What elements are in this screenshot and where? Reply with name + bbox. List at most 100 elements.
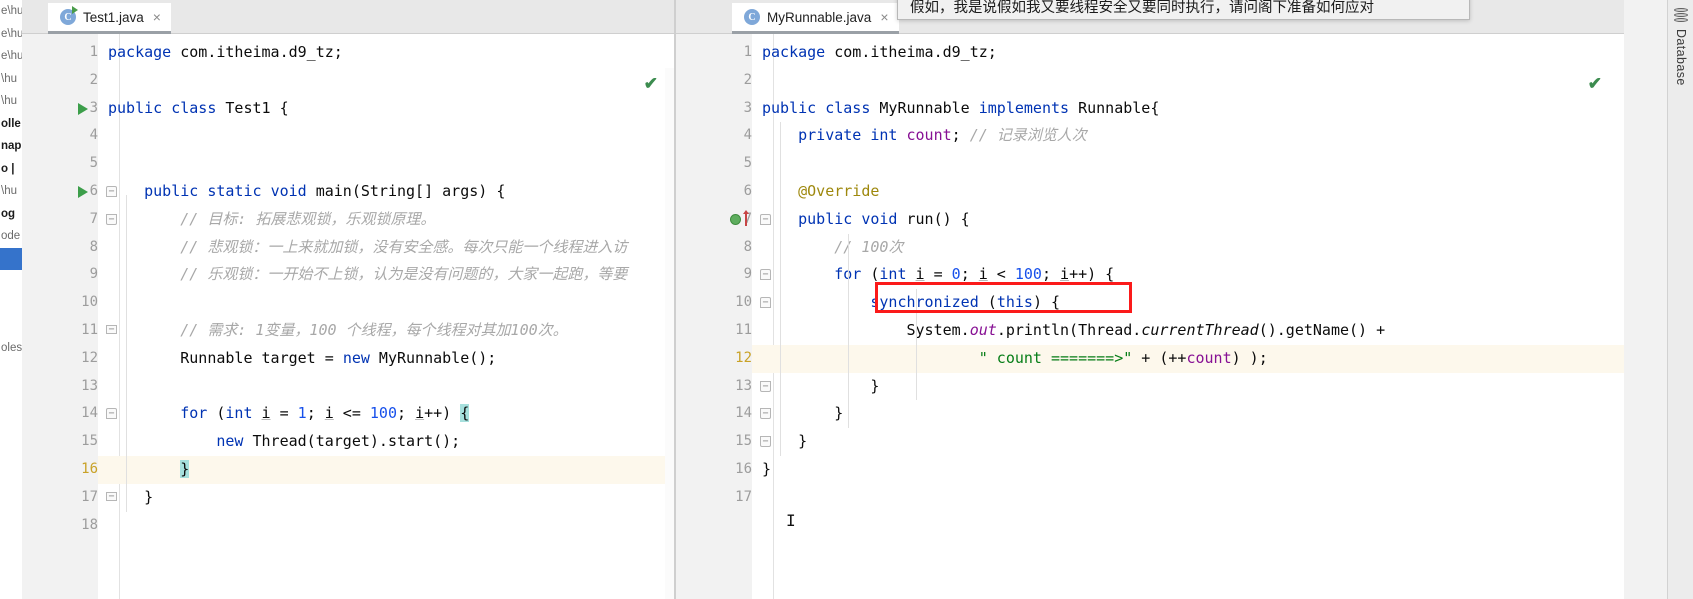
code-token: Test1 { bbox=[216, 98, 289, 117]
background-panel: e\hu e\hu e\hu \hu \hu olle nap o | \hu og ode oles bbox=[0, 0, 22, 599]
code-line[interactable]: private int count; // 记录浏览人次 bbox=[752, 122, 1624, 150]
tab-test1-java[interactable]: C Test1.java × bbox=[48, 3, 171, 34]
code-token: run() { bbox=[897, 209, 970, 228]
right-tool-strip: Database bbox=[1667, 0, 1693, 599]
line-number: 5 bbox=[89, 155, 98, 172]
code-line[interactable]: " count =======>" + (++count) ); bbox=[752, 344, 1624, 373]
code-token: ( bbox=[861, 265, 880, 284]
editor-body-left[interactable]: 123456−7−891011−121314−1516−17−18 packag… bbox=[22, 34, 676, 599]
indent-guide bbox=[916, 289, 917, 401]
pane-divider[interactable] bbox=[674, 0, 676, 599]
line-number: 3 bbox=[743, 99, 752, 116]
code-line[interactable]: synchronized (this) { bbox=[752, 289, 1624, 317]
code-line[interactable] bbox=[98, 373, 676, 401]
background-line: \hu bbox=[1, 95, 17, 107]
code-line[interactable]: // 100次 bbox=[752, 234, 1624, 262]
code-line[interactable] bbox=[98, 150, 676, 178]
code-token: public bbox=[762, 98, 817, 117]
code-token: int bbox=[879, 265, 907, 284]
code-line[interactable] bbox=[98, 67, 676, 95]
code-left[interactable]: package com.itheima.d9_tz; public class … bbox=[98, 34, 676, 599]
line-number: 4 bbox=[89, 127, 98, 144]
code-line[interactable]: // 悲观锁：一上来就加锁，没有安全感。每次只能一个线程进入访 bbox=[98, 234, 676, 262]
ide-window: e\hu e\hu e\hu \hu \hu olle nap o | \hu og ode oles… bbox=[0, 0, 1693, 599]
editor-body-right[interactable]: 1 2 3 4 5 6 7−8 9−10−11 12 13−14−15−16 17 package … bbox=[676, 34, 1624, 599]
code-line[interactable]: new Thread(target).start(); bbox=[98, 428, 676, 456]
code-right[interactable]: package com.itheima.d9_tz; public class … bbox=[752, 34, 1624, 599]
code-line[interactable]: } bbox=[98, 484, 676, 512]
tab-label: Test1.java bbox=[83, 9, 144, 25]
code-token: private bbox=[798, 126, 862, 145]
code-line[interactable]: package com.itheima.d9_tz; bbox=[752, 39, 1624, 67]
close-icon[interactable]: × bbox=[880, 10, 888, 24]
code-token: public bbox=[108, 98, 163, 117]
code-line[interactable]: } bbox=[98, 456, 676, 484]
code-token: i bbox=[978, 265, 988, 284]
breakpoint-icon[interactable] bbox=[730, 213, 741, 225]
code-line[interactable]: for (int i = 0; i < 100; i++) { bbox=[752, 261, 1624, 289]
line-number: 2 bbox=[89, 71, 98, 88]
code-token: main(String[] args) { bbox=[306, 182, 506, 200]
background-line: og bbox=[1, 207, 16, 220]
code-token: ; bbox=[951, 126, 970, 145]
code-line[interactable]: } bbox=[752, 373, 1624, 401]
code-line[interactable]: } bbox=[752, 400, 1624, 428]
code-token: MyRunnable(); bbox=[369, 348, 497, 367]
code-line[interactable]: for (int i = 1; i <= 100; i++) { bbox=[98, 400, 676, 428]
line-number: 12 bbox=[735, 349, 752, 366]
code-line[interactable]: System.out.println(Thread.currentThread(… bbox=[752, 317, 1624, 345]
background-line: o | bbox=[1, 162, 15, 175]
code-line[interactable]: public static void main(String[] args) { bbox=[98, 178, 676, 206]
code-line[interactable]: public void run() { bbox=[752, 206, 1624, 234]
close-icon[interactable]: × bbox=[153, 10, 161, 24]
code-line[interactable]: public class MyRunnable implements Runna… bbox=[752, 95, 1624, 123]
code-line[interactable] bbox=[98, 122, 676, 150]
code-line[interactable] bbox=[752, 150, 1624, 178]
background-line: e\hu bbox=[1, 27, 22, 40]
run-gutter-icon[interactable] bbox=[78, 186, 88, 198]
code-token: } bbox=[762, 404, 844, 423]
code-token: com.itheima.d9_tz; bbox=[171, 43, 343, 61]
tool-tab-database[interactable]: Database bbox=[1668, 8, 1693, 86]
line-number: 13 bbox=[81, 377, 98, 394]
gutter-left[interactable]: 123456−7−891011−121314−1516−17−18 bbox=[22, 34, 117, 599]
code-token: this bbox=[996, 293, 1033, 312]
code-token: // 100次 bbox=[762, 237, 904, 256]
gutter-right[interactable]: 1 2 3 4 5 6 7−8 9−10−11 12 13−14−15−16 17 bbox=[676, 34, 771, 599]
code-token: i bbox=[1060, 265, 1070, 284]
line-number: 10 bbox=[735, 294, 752, 311]
code-line[interactable] bbox=[752, 67, 1624, 95]
code-token: new bbox=[342, 348, 370, 367]
run-gutter-icon[interactable] bbox=[78, 102, 88, 115]
hint-popup-text: 假如，我是说假如我又要线程安全又要同时执行，请问阁下准备如何应对 bbox=[910, 0, 1374, 16]
code-line[interactable]: // 目标: 拓展悲观锁，乐观锁原理。 bbox=[98, 206, 676, 234]
indent-guide bbox=[780, 122, 781, 456]
code-line[interactable]: } bbox=[752, 456, 1624, 484]
code-line[interactable] bbox=[98, 289, 676, 317]
code-line[interactable]: package com.itheima.d9_tz; bbox=[98, 39, 676, 67]
code-line[interactable]: // 乐观锁：一开始不上锁，认为是没有问题的，大家一起跑，等要 bbox=[98, 261, 676, 289]
code-token: // 记录浏览人次 bbox=[969, 126, 1087, 145]
code-token: + (++ bbox=[1132, 348, 1187, 367]
code-line[interactable] bbox=[752, 484, 1624, 512]
code-token: ().getName() + bbox=[1258, 321, 1386, 339]
code-token: com.itheima.d9_tz; bbox=[825, 43, 997, 61]
code-line[interactable] bbox=[98, 512, 676, 540]
line-number: 17 bbox=[735, 488, 752, 505]
tab-myrunnable-java[interactable]: C MyRunnable.java × bbox=[732, 3, 899, 34]
override-arrow-icon[interactable] bbox=[743, 209, 749, 226]
code-line[interactable]: // 需求: 1变量，100 个线程，每个线程对其加100次。 bbox=[98, 317, 676, 345]
code-line[interactable]: @Override bbox=[752, 178, 1624, 206]
line-number: 15 bbox=[735, 433, 752, 450]
line-number: 15 bbox=[81, 433, 98, 450]
code-line[interactable]: public class Test1 { bbox=[98, 95, 676, 123]
code-line[interactable]: Runnable target = new MyRunnable(); bbox=[98, 345, 676, 373]
line-number: 5 bbox=[743, 155, 752, 172]
code-line[interactable]: } bbox=[752, 428, 1624, 456]
